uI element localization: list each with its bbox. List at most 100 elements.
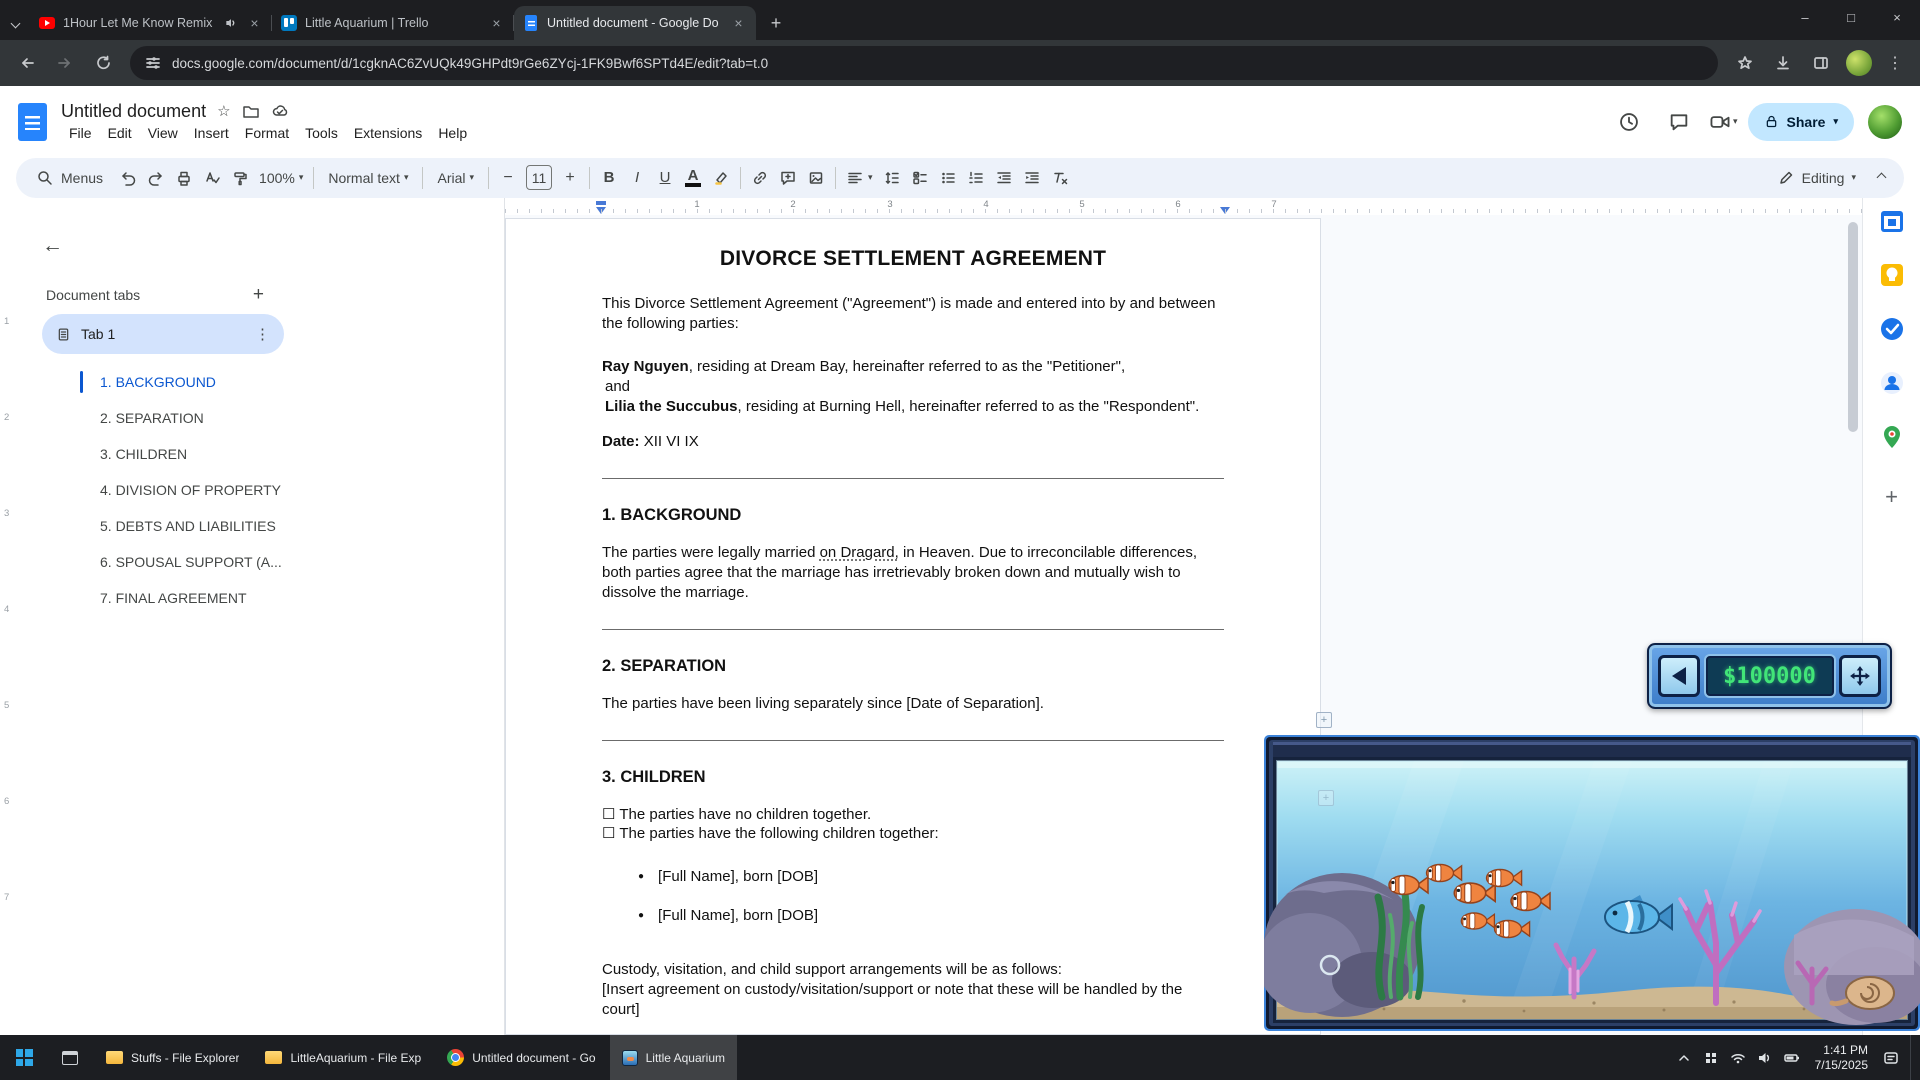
insert-image-button[interactable] — [803, 164, 829, 192]
doc-bullet-item[interactable]: ●[Full Name], born [DOB] — [602, 867, 1224, 887]
bold-button[interactable]: B — [596, 164, 622, 192]
menu-extensions[interactable]: Extensions — [346, 123, 430, 143]
font-size-value[interactable]: 11 — [526, 165, 552, 190]
move-to-folder-icon[interactable] — [242, 102, 260, 120]
doc-paragraph-intro[interactable]: This Divorce Settlement Agreement ("Agre… — [602, 294, 1224, 334]
paint-format-button[interactable] — [227, 164, 253, 192]
menu-format[interactable]: Format — [237, 123, 297, 143]
doc-paragraph-custody-2[interactable]: [Insert agreement on custody/visitation/… — [602, 980, 1224, 1020]
print-button[interactable] — [171, 164, 197, 192]
font-size-decrease-button[interactable]: − — [495, 164, 521, 192]
checklist-button[interactable] — [907, 164, 933, 192]
taskbar-item-littleaquarium-folder[interactable]: LittleAquarium - File Exp — [253, 1035, 433, 1080]
tasks-icon[interactable] — [1879, 316, 1905, 342]
right-margin-marker[interactable] — [1220, 207, 1230, 214]
tab-close-icon[interactable]: × — [246, 15, 263, 32]
menus-search-button[interactable]: Menus — [26, 164, 113, 192]
aquarium-tank[interactable] — [1264, 735, 1920, 1031]
outline-item-final-agreement[interactable]: 7. FINAL AGREEMENT — [64, 580, 444, 616]
tab-options-icon[interactable]: ⋮ — [255, 325, 270, 343]
tray-grid-icon[interactable] — [1703, 1050, 1719, 1066]
document-page[interactable]: DIVORCE SETTLEMENT AGREEMENT This Divorc… — [505, 218, 1321, 1035]
window-maximize-button[interactable]: □ — [1828, 0, 1874, 34]
start-button[interactable] — [0, 1035, 48, 1080]
align-button[interactable]: ▾ — [842, 164, 877, 192]
add-comment-button[interactable] — [775, 164, 801, 192]
window-close-button[interactable]: × — [1874, 0, 1920, 34]
wifi-icon[interactable] — [1730, 1050, 1746, 1066]
taskbar-clock[interactable]: 1:41 PM 7/15/2025 — [1815, 1043, 1868, 1073]
share-button[interactable]: Share ▾ — [1748, 103, 1854, 141]
menu-file[interactable]: File — [61, 123, 100, 143]
overlay-resize-handle[interactable]: + — [1316, 712, 1332, 728]
underline-button[interactable]: U — [652, 164, 678, 192]
tray-chevron-up-icon[interactable] — [1676, 1050, 1692, 1066]
overlay-resize-handle[interactable]: + — [1318, 790, 1334, 806]
document-title[interactable]: Untitled document — [61, 101, 206, 122]
taskbar-item-little-aquarium[interactable]: Little Aquarium — [610, 1035, 737, 1080]
left-margin-marker[interactable] — [596, 207, 606, 214]
spellcheck-button[interactable] — [199, 164, 225, 192]
volume-icon[interactable] — [1757, 1050, 1773, 1066]
show-desktop-button[interactable] — [1910, 1035, 1916, 1080]
bookmark-star-icon[interactable] — [1728, 46, 1762, 80]
add-document-tab-button[interactable]: + — [253, 284, 264, 306]
document-tab-item[interactable]: Tab 1 ⋮ — [42, 314, 284, 354]
bulleted-list-button[interactable] — [935, 164, 961, 192]
font-select[interactable]: Arial ▾ — [429, 164, 482, 192]
share-dropdown-icon[interactable]: ▾ — [1833, 117, 1838, 126]
numbered-list-button[interactable] — [963, 164, 989, 192]
tab-search-chevron-icon[interactable] — [0, 6, 30, 40]
browser-menu-icon[interactable]: ⋮ — [1880, 53, 1910, 73]
maps-icon[interactable] — [1879, 424, 1905, 450]
money-move-button[interactable] — [1839, 655, 1881, 697]
doc-date-line[interactable]: Date: XII VI IX — [602, 432, 1224, 452]
menu-tools[interactable]: Tools — [297, 123, 346, 143]
back-button[interactable]: ← — [42, 234, 63, 258]
redo-button[interactable] — [143, 164, 169, 192]
respondent-name[interactable]: Lilia the Succubus — [605, 398, 738, 415]
doc-parties-block[interactable]: Ray Nguyen, residing at Dream Bay, herei… — [602, 357, 1224, 417]
aquarium-money-widget[interactable]: $100000 — [1647, 643, 1892, 709]
browser-tab-docs[interactable]: Untitled document - Google Do × — [514, 6, 756, 40]
aquarium-game-window[interactable] — [1264, 735, 1920, 1031]
meet-dropdown-icon[interactable]: ▾ — [1733, 117, 1738, 126]
notification-center-icon[interactable] — [1883, 1050, 1899, 1066]
site-settings-icon[interactable] — [144, 54, 162, 72]
document-scrollbar-thumb[interactable] — [1848, 222, 1858, 432]
side-panel-icon[interactable] — [1804, 46, 1838, 80]
back-button[interactable] — [10, 46, 44, 80]
line-spacing-button[interactable] — [879, 164, 905, 192]
tab-close-icon[interactable]: × — [488, 15, 505, 32]
doc-and-line[interactable]: and — [602, 377, 1224, 397]
money-prev-button[interactable] — [1658, 655, 1700, 697]
side-panel-add-button[interactable]: + — [1885, 484, 1898, 510]
tab-close-icon[interactable]: × — [730, 15, 747, 32]
outline-item-division-of-property[interactable]: 4. DIVISION OF PROPERTY — [64, 472, 444, 508]
menu-edit[interactable]: Edit — [100, 123, 140, 143]
italic-button[interactable]: I — [624, 164, 650, 192]
version-history-icon[interactable] — [1609, 102, 1649, 142]
doc-title-text[interactable]: DIVORCE SETTLEMENT AGREEMENT — [602, 245, 1224, 272]
task-view-button[interactable] — [48, 1035, 92, 1080]
browser-tab-youtube[interactable]: 1Hour Let Me Know Remix × — [30, 6, 272, 40]
spellcheck-underlined-text[interactable]: on Dragard, — [820, 544, 899, 561]
taskbar-item-chrome-docs[interactable]: Untitled document - Go — [435, 1035, 607, 1080]
comments-icon[interactable] — [1659, 102, 1699, 142]
calendar-icon[interactable] — [1879, 208, 1905, 234]
doc-paragraph-background[interactable]: The parties were legally married on Drag… — [602, 543, 1224, 603]
new-tab-button[interactable]: + — [762, 9, 790, 37]
battery-icon[interactable] — [1784, 1050, 1800, 1066]
editing-mode-select[interactable]: Editing ▾ — [1767, 164, 1866, 192]
paragraph-style-select[interactable]: Normal text ▾ — [320, 164, 416, 192]
petitioner-name[interactable]: Ray Nguyen — [602, 358, 689, 375]
menu-view[interactable]: View — [140, 123, 186, 143]
keep-icon[interactable] — [1879, 262, 1905, 288]
window-minimize-button[interactable]: – — [1782, 0, 1828, 34]
doc-heading-background[interactable]: 1. BACKGROUND — [602, 505, 1224, 526]
text-color-button[interactable]: A — [680, 164, 706, 192]
decrease-indent-button[interactable] — [991, 164, 1017, 192]
forward-button[interactable] — [48, 46, 82, 80]
download-icon[interactable] — [1766, 46, 1800, 80]
meet-button[interactable]: ▾ — [1709, 111, 1738, 133]
